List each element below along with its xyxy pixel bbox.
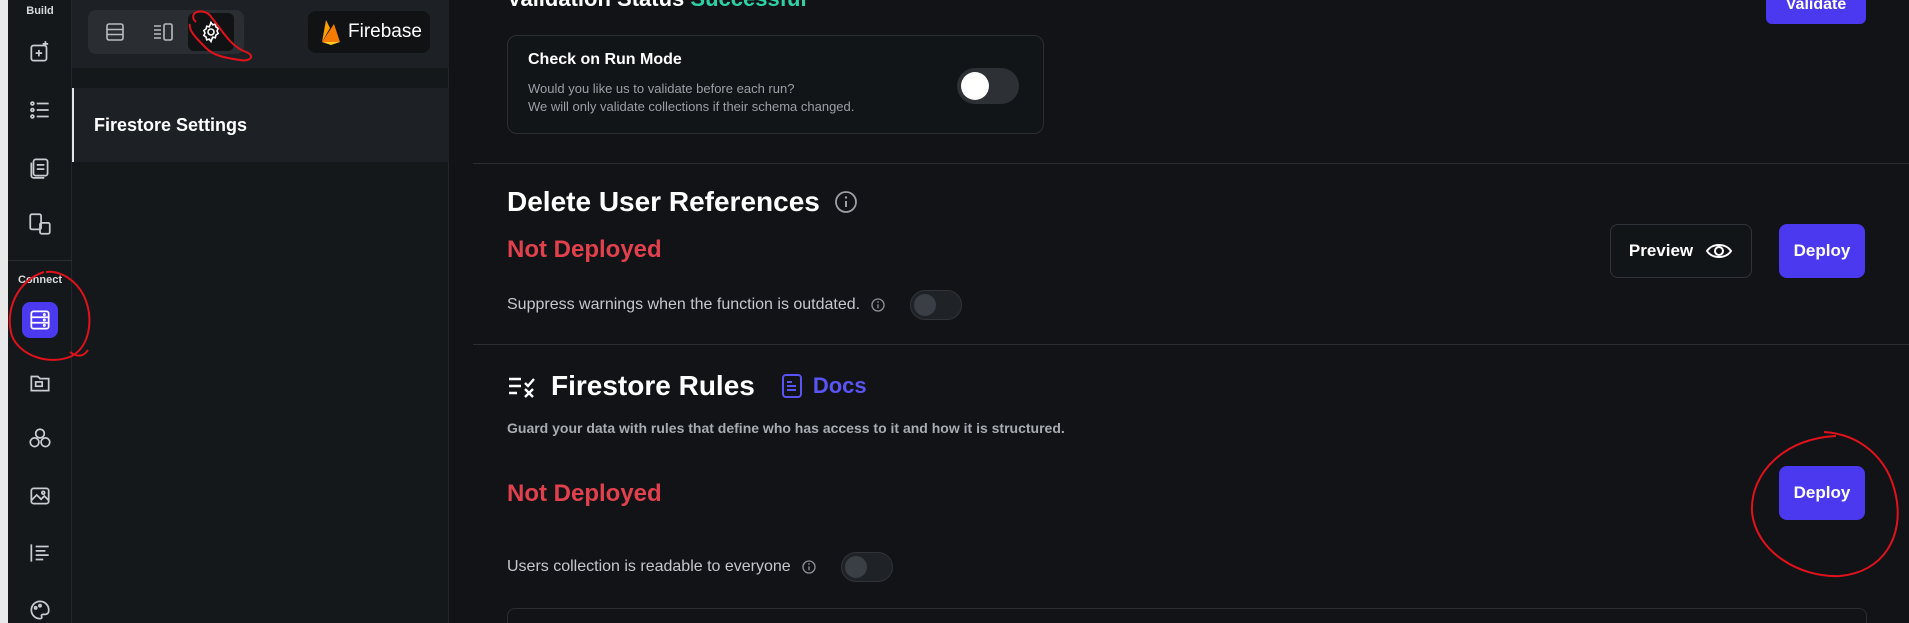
align-icon[interactable] [22,535,58,571]
settings-gear-icon[interactable] [188,13,234,51]
delete-refs-heading: Delete User References [507,186,858,218]
rail-build-label: Build [26,5,54,17]
run-mode-line-2: We will only validate collections if the… [528,99,855,114]
firestore-rules-description: Guard your data with rules that define w… [507,420,1065,436]
media-icon[interactable] [22,478,58,514]
firestore-rules-title: Firestore Rules [551,370,755,401]
folder-icon[interactable] [22,365,58,401]
split-view-icon[interactable] [140,13,186,51]
firebase-label: Firebase [348,21,422,42]
database-view-icon[interactable] [92,13,138,51]
firestore-settings-item[interactable]: Firestore Settings [72,88,449,162]
suppress-warnings-toggle[interactable] [910,290,963,320]
preview-label: Preview [1628,241,1694,260]
firestore-rules-deploy-button[interactable]: Deploy [1779,466,1865,520]
firestore-rules-status: Not Deployed [507,480,662,507]
info-icon[interactable] [801,559,817,575]
list-icon[interactable] [22,92,58,128]
pages-icon[interactable] [22,149,58,185]
firebase-logo-icon [322,20,340,45]
nav-rail: Build Connect [8,0,72,623]
run-mode-toggle[interactable] [957,68,1019,104]
validation-label: Validation Status [507,0,684,11]
run-mode-line-1: Would you like us to validate before eac… [528,81,795,96]
rules-editor-card [507,608,1867,623]
run-mode-card: Check on Run Mode Would you like us to v… [507,35,1044,134]
toggle-knob [914,294,937,316]
run-mode-description: Would you like us to validate before eac… [528,80,854,116]
palette-icon[interactable] [22,592,58,623]
database-icon[interactable] [22,302,58,338]
docs-link[interactable]: Docs [781,373,867,399]
users-readable-row: Users collection is readable to everyone [507,552,893,582]
window-edge [0,0,8,623]
section-divider [473,344,1909,345]
users-readable-toggle[interactable] [840,552,893,582]
validation-status: Validation Status Successful [507,0,807,12]
info-icon[interactable] [870,297,886,313]
delete-refs-title: Delete User References [507,186,820,217]
docs-icon [781,374,802,398]
suppress-warnings-row: Suppress warnings when the function is o… [507,290,963,320]
preview-button[interactable]: Preview [1610,224,1752,278]
suppress-warnings-label: Suppress warnings when the function is o… [507,296,861,313]
responsive-icon[interactable] [22,206,58,242]
rail-connect-label: Connect [18,274,62,286]
panel-header: Firebase [72,0,449,68]
info-icon[interactable] [834,190,858,214]
eye-icon [1705,244,1733,258]
delete-refs-status: Not Deployed [507,236,662,263]
run-mode-title: Check on Run Mode [528,51,682,68]
toggle-knob [961,72,989,100]
rules-check-icon [509,377,535,398]
add-page-icon[interactable] [22,34,58,70]
validate-button[interactable]: Validate [1766,0,1866,24]
rail-divider [8,260,72,261]
docs-label: Docs [812,373,867,398]
firestore-rules-heading: Firestore Rules Docs [507,370,867,402]
users-readable-label: Users collection is readable to everyone [507,558,791,575]
section-divider [473,163,1909,164]
validation-value: Successful [690,0,806,11]
view-switcher [88,10,244,54]
integrations-icon[interactable] [22,421,58,457]
delete-refs-deploy-button[interactable]: Deploy [1779,224,1865,278]
settings-panel: Firebase Firestore Settings [72,0,449,623]
toggle-knob [844,556,867,578]
main-content: Validation Status Successful Validate Ch… [449,0,1909,623]
firebase-button[interactable]: Firebase [308,11,430,53]
